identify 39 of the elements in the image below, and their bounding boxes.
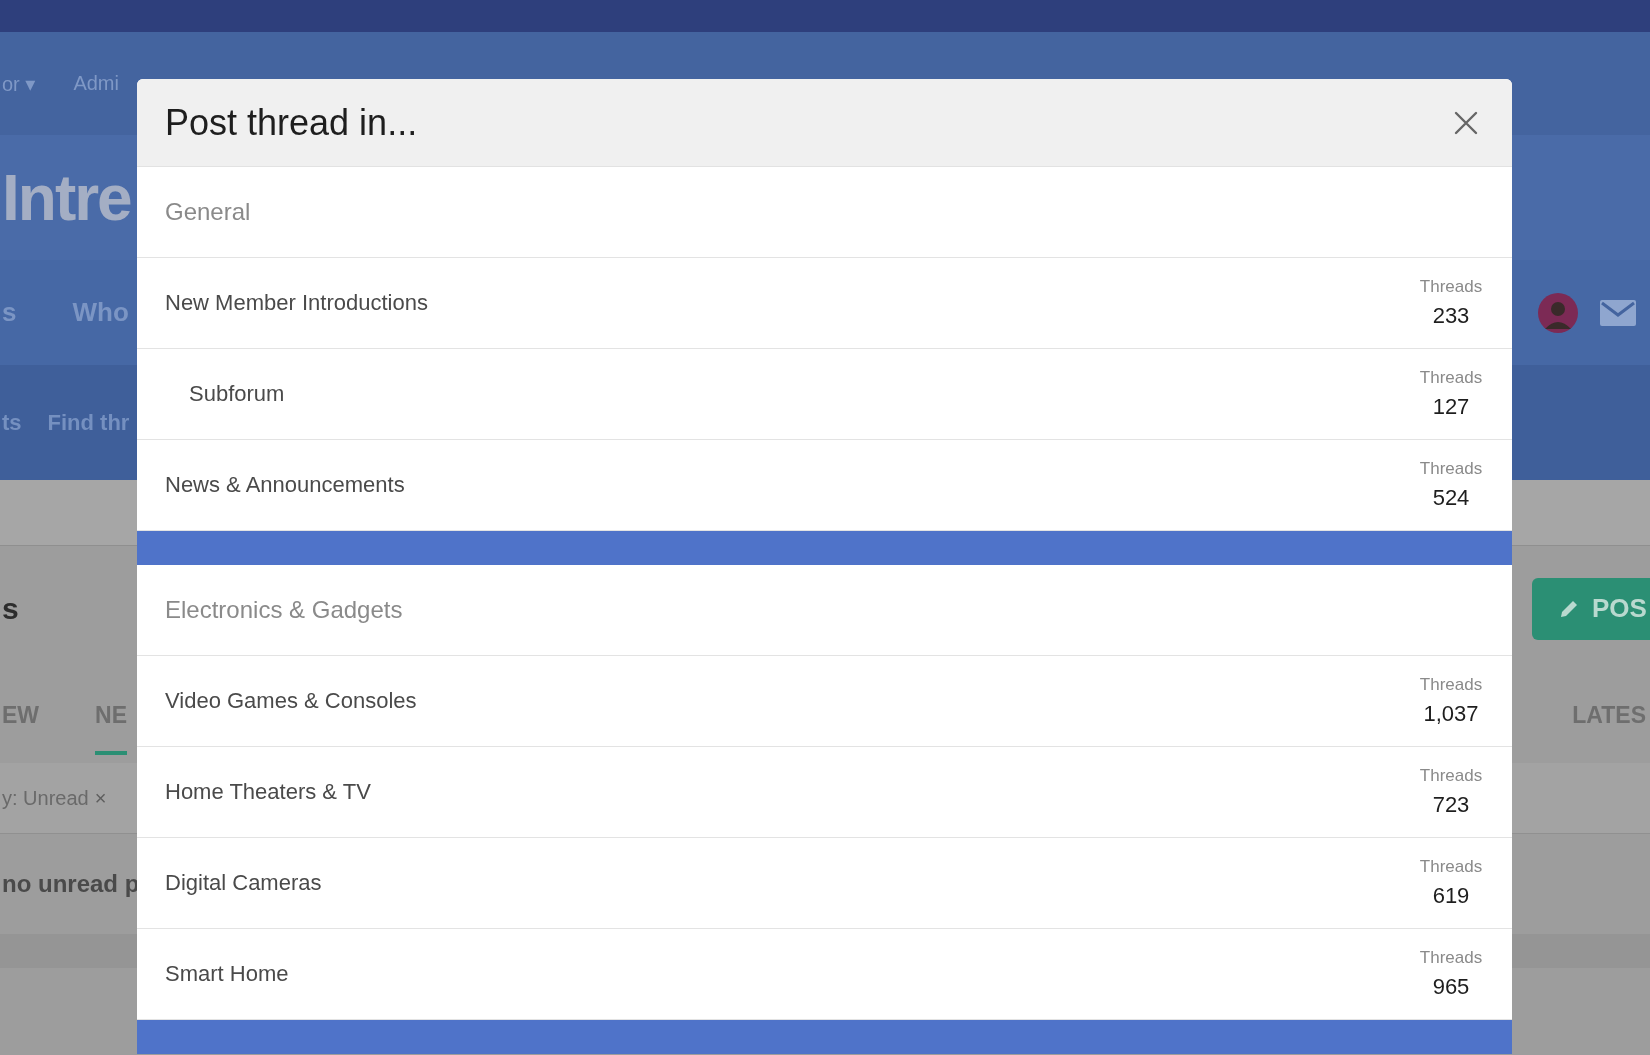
forum-row[interactable]: Video Games & Consoles Threads 1,037 [137,656,1512,747]
filter-label: y: Unread [2,786,89,810]
thread-count: 619 [1432,883,1470,909]
nav-link[interactable]: or ▾ [2,71,36,96]
stat-label: Threads [1419,277,1483,297]
stat-label: Threads [1419,857,1483,877]
forum-name: Subforum [189,381,285,407]
forum-name: Video Games & Consoles [165,688,417,714]
thread-count: 127 [1432,394,1470,420]
category-title: Electronics & Gadgets [165,596,403,624]
stat-label: Threads [1419,675,1483,695]
thread-count: 524 [1432,485,1470,511]
stat-label: Threads [1419,948,1483,968]
category-title: General [165,198,251,226]
close-icon[interactable] [1454,110,1478,135]
mail-icon[interactable] [1600,299,1636,326]
modal-title: Post thread in... [165,101,418,144]
thread-count: 965 [1432,974,1470,1000]
thread-count: 233 [1432,303,1470,329]
logo-text: Intre [2,160,131,235]
stat-label: Threads [1419,766,1483,786]
forum-row[interactable]: Home Theaters & TV Threads 723 [137,747,1512,838]
remove-filter-button[interactable]: × [94,786,107,810]
forum-name: Smart Home [165,961,289,987]
nav-link[interactable]: Admi [73,72,119,95]
forum-name: Digital Cameras [165,870,322,896]
stat-label: Threads [1419,368,1483,388]
forum-row[interactable]: Digital Cameras Threads 619 [137,838,1512,929]
forum-name: Home Theaters & TV [165,779,371,805]
avatar-icon[interactable] [1538,292,1578,333]
forum-name: News & Announcements [165,472,405,498]
forum-name: New Member Introductions [165,290,428,316]
thread-count: 1,037 [1423,701,1479,727]
forum-row[interactable]: New Member Introductions Threads 233 [137,258,1512,349]
forum-row[interactable]: Subforum Threads 127 [137,349,1512,440]
stat-label: Threads [1419,459,1483,479]
thread-count: 723 [1432,792,1470,818]
page-title: s [2,591,19,626]
post-thread-button[interactable]: POS [1532,577,1650,640]
